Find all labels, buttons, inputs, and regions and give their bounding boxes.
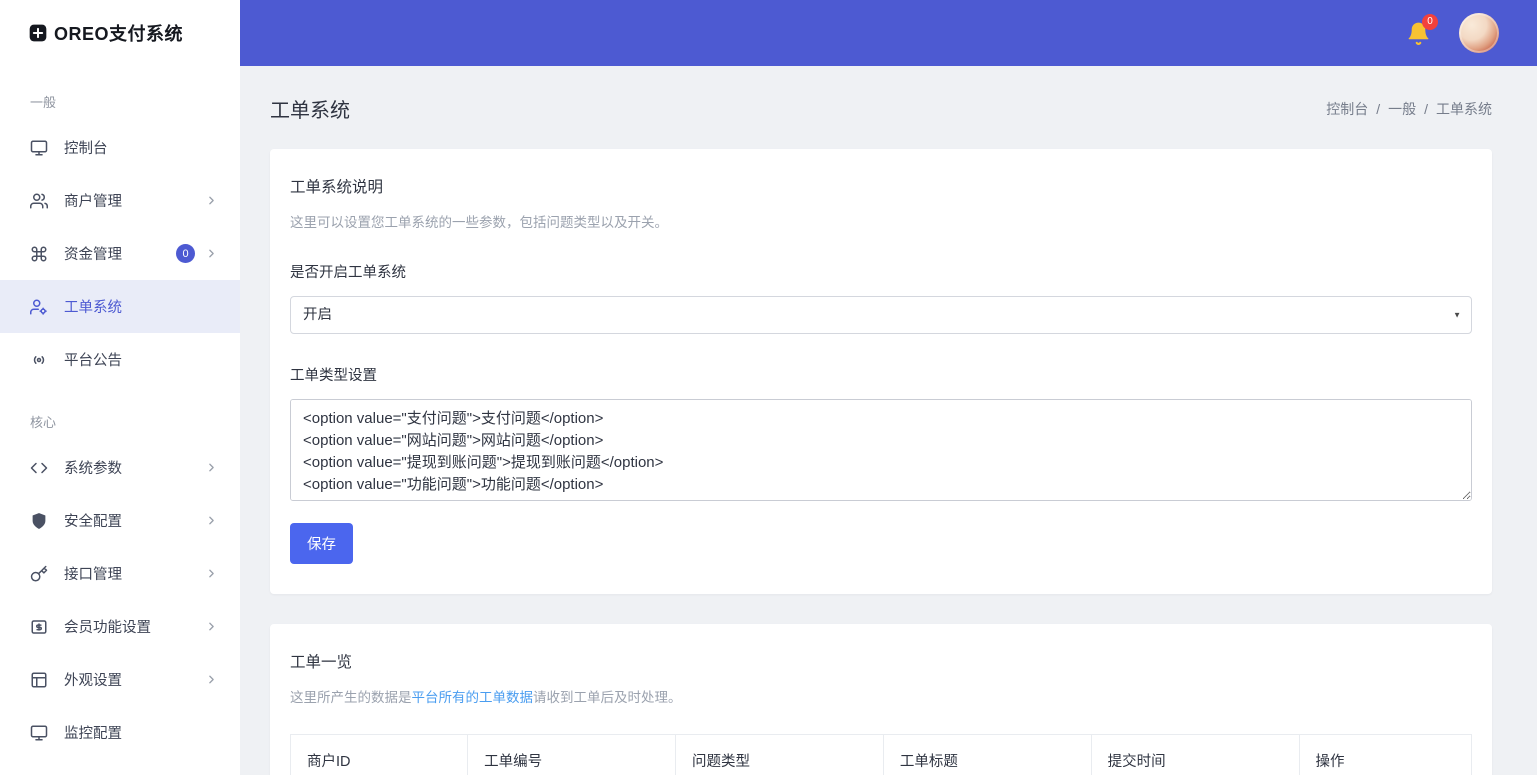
save-button[interactable]: 保存	[290, 523, 353, 564]
chevron-right-icon	[205, 567, 218, 580]
breadcrumb: 控制台 / 一般 / 工单系统	[1326, 99, 1492, 119]
ticket-system-toggle-select[interactable]: 开启	[290, 296, 1472, 334]
column-header-issue-type: 问题类型	[675, 735, 883, 775]
ticket-list-card: 工单一览 这里所产生的数据是平台所有的工单数据请收到工单后及时处理。 商户ID …	[270, 624, 1492, 775]
sidebar-item-system-params[interactable]: 系统参数	[0, 441, 240, 494]
card-description: 这里所产生的数据是平台所有的工单数据请收到工单后及时处理。	[290, 686, 1472, 706]
chevron-right-icon	[205, 620, 218, 633]
logo-text: OREO支付系统	[54, 20, 183, 46]
sidebar-item-monitoring[interactable]: 监控配置	[0, 706, 240, 759]
sidebar-item-label: 系统参数	[64, 457, 122, 478]
column-header-submit-time: 提交时间	[1091, 735, 1299, 775]
sidebar-item-console[interactable]: 控制台	[0, 121, 240, 174]
tickets-table: 商户ID 工单编号 问题类型 工单标题 提交时间 操作	[290, 734, 1472, 775]
sidebar-item-label: 安全配置	[64, 510, 122, 531]
command-icon	[30, 245, 48, 263]
card-title: 工单系统说明	[290, 175, 1472, 197]
breadcrumb-separator: /	[1376, 101, 1380, 117]
sidebar-item-announcements[interactable]: 平台公告	[0, 333, 240, 386]
ticket-types-textarea[interactable]: <option value="支付问题">支付问题</option> <opti…	[290, 399, 1472, 501]
chevron-right-icon	[205, 514, 218, 527]
chevron-right-icon	[205, 247, 218, 260]
card-title: 工单一览	[290, 650, 1472, 672]
sidebar-item-api[interactable]: 接口管理	[0, 547, 240, 600]
sidebar-item-label: 会员功能设置	[64, 616, 151, 637]
breadcrumb-item[interactable]: 一般	[1388, 99, 1416, 119]
logo-icon	[28, 23, 48, 43]
users-icon	[30, 192, 48, 210]
page-title: 工单系统	[270, 94, 350, 123]
sidebar-section-core: 核心	[0, 386, 240, 441]
ticket-system-toggle-select-wrap: 开启 ▼	[290, 296, 1472, 334]
chevron-right-icon	[205, 194, 218, 207]
notifications-button[interactable]: 0	[1406, 21, 1431, 46]
funds-count-badge: 0	[176, 244, 195, 263]
layout-icon	[30, 671, 48, 689]
sidebar-item-label: 接口管理	[64, 563, 122, 584]
topbar: 0	[240, 0, 1537, 66]
broadcast-icon	[30, 351, 48, 369]
sidebar-item-tickets[interactable]: 工单系统	[0, 280, 240, 333]
description-text: 这里所产生的数据是	[290, 690, 412, 705]
app-logo[interactable]: OREO支付系统	[0, 0, 240, 66]
description-text: 请收到工单后及时处理。	[533, 690, 682, 705]
sidebar-item-label: 平台公告	[64, 349, 122, 370]
sidebar-item-label: 工单系统	[64, 296, 122, 317]
sidebar-item-label: 外观设置	[64, 669, 122, 690]
monitor-icon	[30, 724, 48, 742]
monitor-icon	[30, 139, 48, 157]
sidebar-item-label: 商户管理	[64, 190, 122, 211]
sidebar-item-security[interactable]: 安全配置	[0, 494, 240, 547]
sidebar-section-general: 一般	[0, 66, 240, 121]
sidebar-item-merchants[interactable]: 商户管理	[0, 174, 240, 227]
member-card-icon	[30, 618, 48, 636]
column-header-ticket-title: 工单标题	[883, 735, 1091, 775]
chevron-right-icon	[205, 673, 218, 686]
toggle-field-label: 是否开启工单系统	[290, 261, 1472, 282]
column-header-merchant-id: 商户ID	[291, 735, 468, 775]
table-header-row: 商户ID 工单编号 问题类型 工单标题 提交时间 操作	[291, 735, 1472, 775]
shield-icon	[30, 512, 48, 530]
ticket-data-link[interactable]: 平台所有的工单数据	[412, 690, 534, 705]
sidebar-item-funds[interactable]: 资金管理 0	[0, 227, 240, 280]
breadcrumb-item[interactable]: 工单系统	[1436, 99, 1492, 119]
key-icon	[30, 565, 48, 583]
sidebar-item-label: 监控配置	[64, 722, 122, 743]
sidebar: OREO支付系统 一般 控制台 商户管理 资金管理 0 工单系统	[0, 0, 240, 775]
user-gear-icon	[30, 298, 48, 316]
sidebar-item-member-settings[interactable]: 会员功能设置	[0, 600, 240, 653]
sidebar-item-label: 资金管理	[64, 243, 122, 264]
notification-count-badge: 0	[1422, 14, 1438, 30]
breadcrumb-item[interactable]: 控制台	[1326, 99, 1368, 119]
ticket-settings-card: 工单系统说明 这里可以设置您工单系统的一些参数，包括问题类型以及开关。 是否开启…	[270, 149, 1492, 594]
chevron-right-icon	[205, 461, 218, 474]
avatar[interactable]	[1459, 13, 1499, 53]
breadcrumb-separator: /	[1424, 101, 1428, 117]
sidebar-item-label: 控制台	[64, 137, 108, 158]
column-header-ticket-no: 工单编号	[468, 735, 676, 775]
sidebar-item-appearance[interactable]: 外观设置	[0, 653, 240, 706]
types-field-label: 工单类型设置	[290, 364, 1472, 385]
column-header-actions: 操作	[1299, 735, 1471, 775]
page-content: 工单系统 控制台 / 一般 / 工单系统 工单系统说明 这里可以设置您工单系统的…	[240, 66, 1537, 775]
code-icon	[30, 459, 48, 477]
card-description: 这里可以设置您工单系统的一些参数，包括问题类型以及开关。	[290, 211, 1472, 231]
